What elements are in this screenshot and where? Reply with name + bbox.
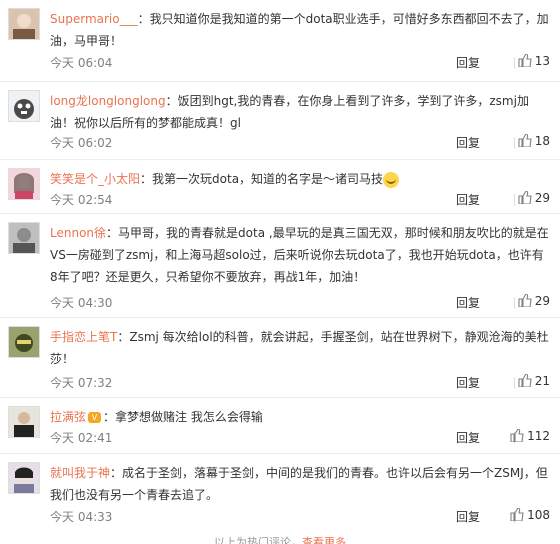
like-count: 112	[527, 429, 550, 443]
comment-body: 我第一次玩dota，知道的名字是～诸司马技	[152, 172, 384, 186]
comment-item: 笑笑是个_小太阳：我第一次玩dota，知道的名字是～诸司马技 今天 02:54 …	[0, 160, 560, 214]
timestamp: 今天 04:33	[50, 510, 113, 524]
footer-text: 以上为热门评论，	[214, 536, 302, 544]
username-link[interactable]: 手指恋上笔T	[50, 330, 117, 344]
username-link[interactable]: long龙longlonglong	[50, 94, 166, 108]
like-count: 29	[534, 191, 550, 205]
emoji-icon	[383, 171, 400, 188]
hot-comments-footer: 以上为热门评论，查看更多	[0, 532, 560, 544]
like-button[interactable]: 108	[510, 507, 550, 522]
timestamp: 今天 06:04	[50, 56, 113, 70]
reply-button[interactable]: 回复	[456, 191, 480, 208]
reply-button[interactable]: 回复	[456, 294, 480, 311]
like-button[interactable]: 112	[510, 428, 550, 443]
comment-item: Supermario___：我只知道你是我知道的第一个dota职业选手，可惜好多…	[0, 0, 560, 82]
like-count: 21	[534, 374, 550, 388]
reply-button[interactable]: 回复	[456, 508, 480, 525]
comment-meta: 今天 04:33 回复 108	[50, 507, 550, 526]
comment-text: long龙longlonglong：饭团到hgt,我的青春，在你身上看到了许多，…	[50, 90, 550, 134]
like-count: 29	[534, 294, 550, 308]
comment-text: Lennon徐：马甲哥，我的青春就是dota ,最早玩的是真三国无双，那时候和朋…	[50, 222, 550, 288]
comment-meta: 今天 06:02 回复 18	[50, 133, 550, 152]
comment-text: 就叫我于神：成名于圣剑，落幕于圣剑，中间的是我们的青春。也许以后会有另一个ZSM…	[50, 462, 550, 506]
timestamp: 今天 02:54	[50, 193, 113, 207]
comment-meta: 今天 02:41 回复 112	[50, 428, 550, 447]
thumbs-up-icon	[518, 373, 532, 388]
avatar[interactable]	[8, 326, 40, 358]
comment-text: 笑笑是个_小太阳：我第一次玩dota，知道的名字是～诸司马技	[50, 168, 550, 190]
view-more-link[interactable]: 查看更多	[302, 536, 346, 544]
vip-badge-icon: V	[88, 412, 102, 423]
thumbs-up-icon	[518, 53, 532, 68]
like-button[interactable]: 29	[518, 293, 550, 308]
separator: ：	[117, 330, 130, 344]
reply-button[interactable]: 回复	[456, 429, 480, 446]
comment-meta: 今天 07:32 回复 21	[50, 373, 550, 392]
timestamp: 今天 06:02	[50, 136, 113, 150]
divider	[514, 137, 515, 149]
comment-meta: 今天 02:54 回复 29	[50, 190, 550, 209]
avatar[interactable]	[8, 462, 40, 494]
separator: ：	[103, 410, 116, 424]
timestamp: 今天 04:30	[50, 296, 113, 310]
like-button[interactable]: 21	[518, 373, 550, 388]
avatar[interactable]	[8, 168, 40, 200]
timestamp: 今天 02:41	[50, 431, 113, 445]
comment-text: Supermario___：我只知道你是我知道的第一个dota职业选手，可惜好多…	[50, 8, 550, 52]
like-count: 13	[534, 54, 550, 68]
username-link[interactable]: 笑笑是个_小太阳	[50, 172, 140, 186]
comment-body: 马甲哥，我的青春就是dota ,最早玩的是真三国无双，那时候和朋友吹比的就是在V…	[50, 226, 549, 284]
divider	[514, 297, 515, 309]
separator: ：	[140, 172, 153, 186]
divider	[514, 194, 515, 206]
comment-text: 拉满弦 V ：拿梦想做赌注 我怎么会得输	[50, 406, 550, 428]
comment-meta: 今天 06:04 回复 13	[50, 53, 550, 72]
comment-item: 就叫我于神：成名于圣剑，落幕于圣剑，中间的是我们的青春。也许以后会有另一个ZSM…	[0, 454, 560, 532]
like-button[interactable]: 13	[518, 53, 550, 68]
like-button[interactable]: 29	[518, 190, 550, 205]
like-count: 18	[534, 134, 550, 148]
thumbs-up-icon	[518, 133, 532, 148]
comment-text: 手指恋上笔T：Zsmj 每次给lol的科普，就会讲起，手握圣剑，站在世界树下，静…	[50, 326, 550, 370]
reply-button[interactable]: 回复	[456, 374, 480, 391]
divider	[514, 57, 515, 69]
comment-meta: 今天 04:30 回复 29	[50, 293, 550, 312]
comment-body: 成名于圣剑，落幕于圣剑，中间的是我们的青春。也许以后会有另一个ZSMJ，但我们也…	[50, 466, 548, 502]
thumbs-up-icon	[518, 190, 532, 205]
username-link[interactable]: 就叫我于神	[50, 466, 110, 480]
avatar[interactable]	[8, 222, 40, 254]
avatar[interactable]	[8, 8, 40, 40]
reply-button[interactable]: 回复	[456, 54, 480, 71]
comment-item: 拉满弦 V ：拿梦想做赌注 我怎么会得输 今天 02:41 回复 112	[0, 398, 560, 454]
username-link[interactable]: 拉满弦	[50, 410, 86, 424]
separator: ：	[106, 226, 119, 240]
like-button[interactable]: 18	[518, 133, 550, 148]
username-link[interactable]: Lennon徐	[50, 226, 106, 240]
comment-item: long龙longlonglong：饭团到hgt,我的青春，在你身上看到了许多，…	[0, 82, 560, 160]
username-link[interactable]: Supermario___	[50, 12, 138, 26]
comment-body: 拿梦想做赌注 我怎么会得输	[115, 410, 263, 424]
thumbs-up-icon	[510, 507, 524, 522]
separator: ：	[110, 466, 123, 480]
comment-item: Lennon徐：马甲哥，我的青春就是dota ,最早玩的是真三国无双，那时候和朋…	[0, 214, 560, 318]
avatar[interactable]	[8, 406, 40, 438]
avatar[interactable]	[8, 90, 40, 122]
separator: ：	[137, 12, 150, 26]
thumbs-up-icon	[518, 293, 532, 308]
reply-button[interactable]: 回复	[456, 134, 480, 151]
divider	[514, 377, 515, 389]
timestamp: 今天 07:32	[50, 376, 113, 390]
comment-item: 手指恋上笔T：Zsmj 每次给lol的科普，就会讲起，手握圣剑，站在世界树下，静…	[0, 318, 560, 398]
thumbs-up-icon	[510, 428, 524, 443]
separator: ：	[165, 94, 178, 108]
like-count: 108	[527, 508, 550, 522]
